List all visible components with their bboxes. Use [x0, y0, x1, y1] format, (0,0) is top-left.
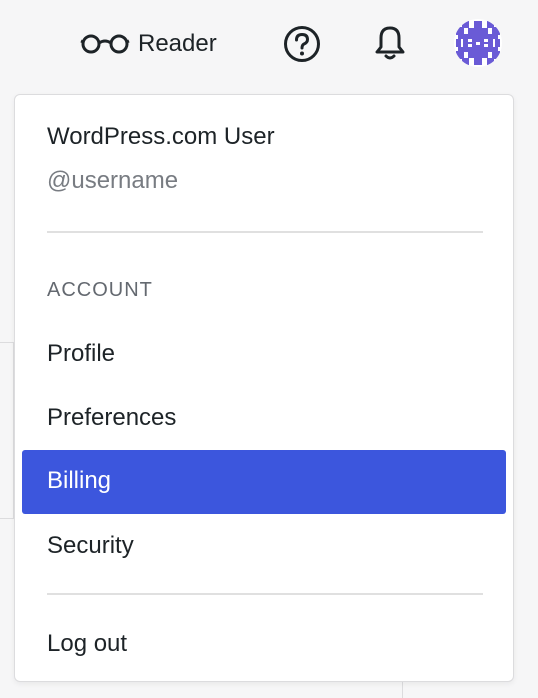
avatar[interactable]	[454, 19, 502, 67]
log-out-button[interactable]: Log out	[22, 613, 506, 677]
log-out-label: Log out	[47, 630, 128, 657]
menu-item-profile[interactable]: Profile	[22, 323, 506, 387]
background-divider	[0, 518, 14, 519]
menu-item-label: Security	[47, 532, 134, 559]
help-circle-icon	[283, 26, 321, 67]
section-label-account: ACCOUNT	[47, 279, 153, 301]
background-divider	[0, 342, 14, 343]
bell-icon	[373, 26, 407, 66]
reader-label: Reader	[138, 30, 217, 57]
reader-link[interactable]: Reader	[80, 24, 217, 64]
user-username: @username	[47, 167, 179, 194]
account-dropdown-menu: WordPress.com User @username ACCOUNT Pro…	[14, 94, 514, 682]
menu-divider	[47, 593, 483, 595]
help-button[interactable]	[283, 25, 321, 63]
user-display-name: WordPress.com User	[47, 123, 275, 150]
menu-item-billing[interactable]: Billing	[22, 450, 506, 514]
glasses-icon	[80, 32, 130, 56]
menu-item-preferences[interactable]: Preferences	[22, 387, 506, 451]
menu-item-label: Billing	[47, 467, 112, 494]
menu-item-label: Preferences	[47, 404, 177, 431]
menu-divider	[47, 231, 483, 233]
menu-item-label: Profile	[47, 340, 116, 367]
background-divider	[402, 680, 403, 698]
notifications-button[interactable]	[373, 24, 407, 62]
menu-item-security[interactable]: Security	[22, 515, 506, 579]
masterbar: Reader	[0, 0, 538, 84]
